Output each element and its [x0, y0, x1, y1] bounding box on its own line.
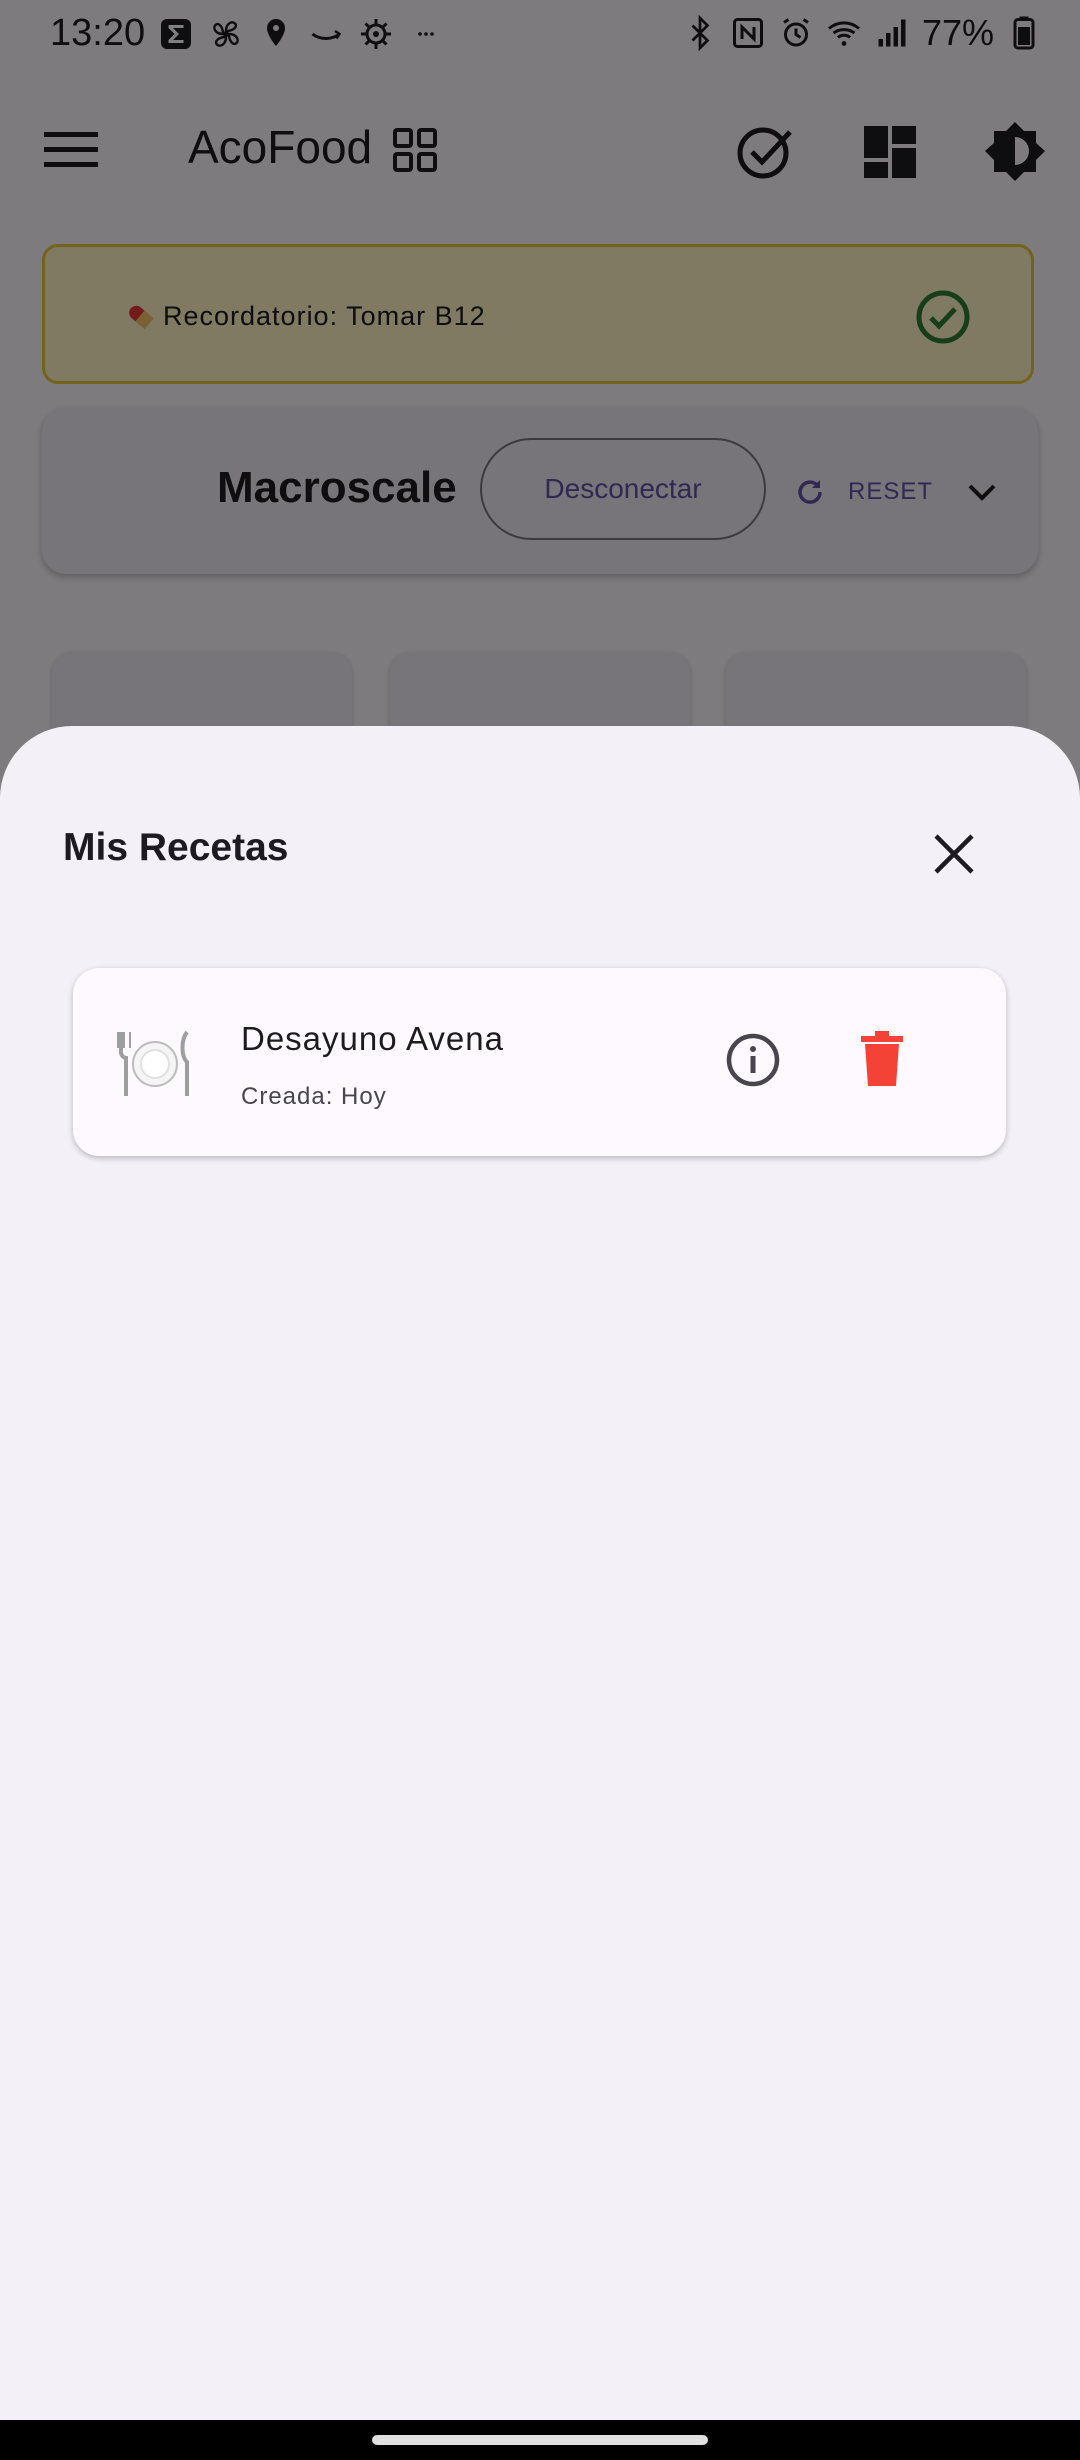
close-icon[interactable] [928, 828, 980, 880]
recipe-created-date: Creada: Hoy [241, 1083, 387, 1110]
recipe-name: Desayuno Avena [241, 1020, 504, 1057]
recipe-card[interactable]: Desayuno Avena Creada: Hoy [73, 968, 1006, 1156]
info-icon[interactable] [725, 1032, 781, 1088]
delete-icon[interactable] [855, 1030, 909, 1088]
system-nav-bar [0, 2420, 1080, 2460]
gesture-handle[interactable] [372, 2435, 708, 2445]
recipes-bottom-sheet: Mis Recetas Desayuno Avena Creada: Hoy [0, 726, 1080, 2420]
plate-icon [117, 1030, 189, 1096]
sheet-title: Mis Recetas [63, 826, 289, 869]
